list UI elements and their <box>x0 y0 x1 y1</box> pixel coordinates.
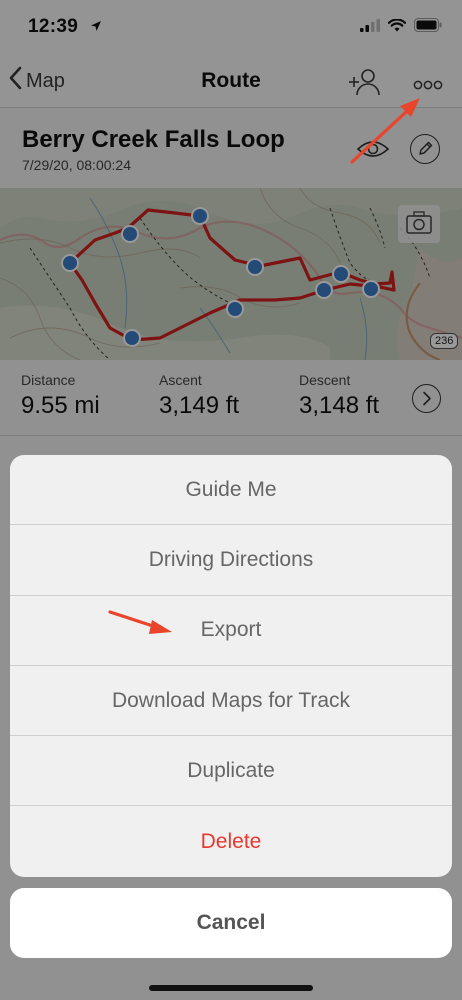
screen: 12:39 Map Route Berry Creek Falls Loop 7… <box>0 0 462 1000</box>
delete-button[interactable]: Delete <box>10 806 452 876</box>
cancel-button[interactable]: Cancel <box>10 888 452 958</box>
duplicate-button[interactable]: Duplicate <box>10 736 452 807</box>
download-maps-button[interactable]: Download Maps for Track <box>10 666 452 737</box>
export-button[interactable]: Export <box>10 596 452 666</box>
driving-directions-button[interactable]: Driving Directions <box>10 525 452 596</box>
home-indicator <box>149 985 313 991</box>
action-sheet: Guide Me Driving Directions Export Downl… <box>10 455 452 877</box>
guide-me-button[interactable]: Guide Me <box>10 455 452 526</box>
